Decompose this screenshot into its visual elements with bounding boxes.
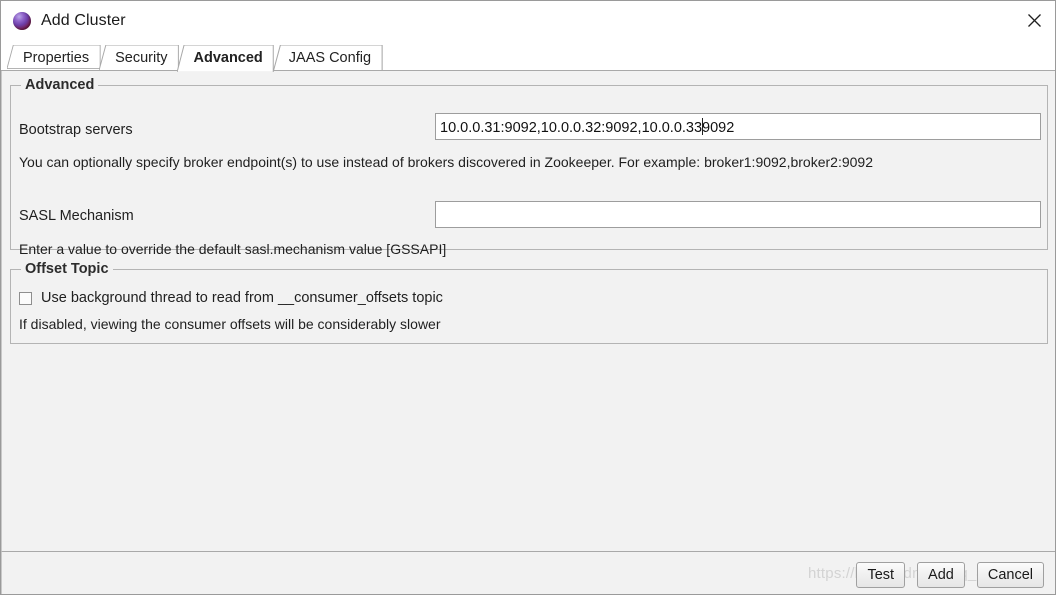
tab-advanced[interactable]: Advanced [177, 45, 275, 73]
bootstrap-value-before-caret: 10.0.0.31:9092,10.0.0.32:9092,10.0.0.33 [440, 119, 703, 136]
bootstrap-servers-help: You can optionally specify broker endpoi… [19, 154, 873, 170]
advanced-group-box: Advanced Bootstrap servers 10.0.0.31:909… [10, 77, 1048, 257]
cancel-button[interactable]: Cancel [976, 562, 1044, 588]
bootstrap-value-after-caret: 9092 [702, 119, 735, 136]
tab-label: Advanced [193, 50, 263, 66]
text-caret [702, 117, 704, 135]
add-button[interactable]: Add [917, 562, 965, 588]
tab-label: Security [115, 50, 168, 66]
sasl-mechanism-help: Enter a value to override the default sa… [19, 241, 447, 257]
test-button[interactable]: Test [856, 562, 906, 588]
add-cluster-dialog: Add Cluster Properties Security Advanced… [0, 0, 1056, 595]
tab-jaas-config[interactable]: JAAS Config [272, 45, 383, 73]
dialog-footer: https://blog.csdn.net/qq_42 Test Add Can… [1, 551, 1055, 594]
bootstrap-servers-value: 10.0.0.31:9092,10.0.0.32:9092,10.0.0.339… [440, 117, 735, 136]
background-thread-checkbox-row[interactable]: Use background thread to read from __con… [19, 290, 443, 306]
background-thread-checkbox-label: Use background thread to read from __con… [41, 290, 443, 306]
offset-topic-group-box: Offset Topic Use background thread to re… [10, 261, 1048, 344]
bootstrap-servers-label: Bootstrap servers [19, 122, 133, 138]
tab-properties[interactable]: Properties [7, 45, 101, 71]
checkbox-icon[interactable] [19, 291, 32, 305]
window-title: Add Cluster [41, 11, 126, 29]
tab-label: Properties [23, 50, 90, 66]
sasl-mechanism-label: SASL Mechanism [19, 208, 134, 224]
tab-label: JAAS Config [288, 50, 372, 66]
titlebar: Add Cluster [1, 1, 1055, 40]
close-icon[interactable] [1011, 1, 1055, 40]
tab-strip: Properties Security Advanced JAAS Config [1, 40, 1055, 73]
advanced-group-title: Advanced [21, 77, 99, 93]
sasl-mechanism-input[interactable] [435, 201, 1041, 228]
tab-security[interactable]: Security [99, 45, 179, 71]
bootstrap-servers-input[interactable]: 10.0.0.31:9092,10.0.0.32:9092,10.0.0.339… [435, 113, 1041, 140]
footer-button-row: Test Add Cancel [856, 562, 1044, 588]
offset-topic-group-title: Offset Topic [21, 261, 113, 277]
offset-topic-help: If disabled, viewing the consumer offset… [19, 316, 441, 332]
cluster-sphere-icon [13, 11, 31, 30]
tab-content-advanced: Advanced Bootstrap servers 10.0.0.31:909… [1, 71, 1055, 551]
